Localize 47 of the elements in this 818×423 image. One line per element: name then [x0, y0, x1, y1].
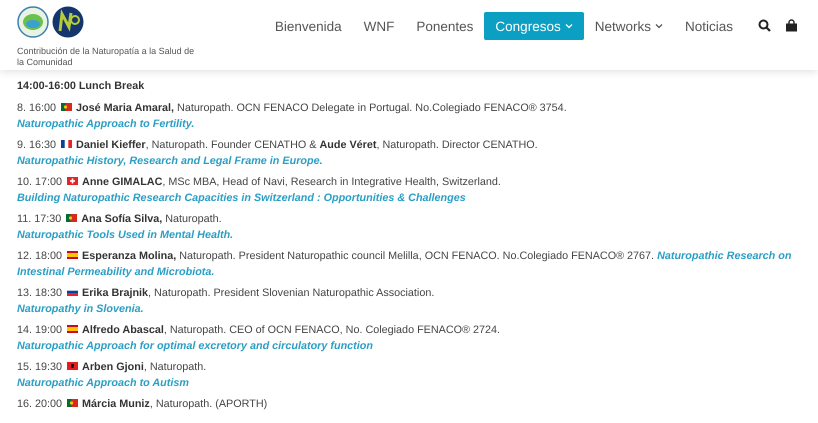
shopping-bag-icon[interactable]: [785, 19, 798, 32]
flag-icon: [67, 362, 78, 370]
flag-icon: [67, 398, 78, 406]
section-heading: 14:00-16:00 Lunch Break: [17, 79, 146, 94]
session-time: 14. 19:00: [17, 324, 62, 336]
speaker-description: José Maria Amaral, Naturopath. OCN FENACO Delegate in Portugal. No.Colegiado FENACO® 3754.: [76, 102, 567, 114]
talk-title-link[interactable]: Building Naturopathic Research Capacities in Switzerland : Opportunities & Challenges: [17, 190, 808, 206]
session-time: 9. 16:30: [17, 138, 56, 150]
search-icon[interactable]: [758, 19, 771, 32]
flag-icon: [67, 324, 78, 332]
nav-link[interactable]: Noticias: [674, 12, 744, 40]
logo-drawing: [17, 5, 85, 39]
speaker-description: Esperanza Molina, Naturopath. President Naturopathic council Melilla, OCN FENACO. No.Colegiado FENACO® 2767.: [82, 250, 654, 262]
nav-link[interactable]: Ponentes: [405, 12, 484, 40]
talk-title-link[interactable]: Naturopathic Research on: [657, 250, 792, 262]
nav-link[interactable]: Bienvenida: [264, 12, 353, 40]
session-time: 13. 18:30: [17, 286, 62, 298]
flag-icon: [67, 288, 78, 296]
talk-title-link[interactable]: Naturopathic Approach to Fertility.: [17, 116, 808, 132]
speaker-description: Alfredo Abascal, Naturopath. CEO of OCN FENACO, No. Colegiado FENACO® 2724.: [82, 324, 500, 336]
talk-title-link[interactable]: Naturopathic History, Research and Legal Frame in Europe.: [17, 153, 808, 170]
nav-link[interactable]: Networks: [584, 12, 674, 40]
session-time: 12. 18:00: [17, 250, 62, 262]
nav-link[interactable]: Congresos: [484, 12, 584, 40]
talk-title-link[interactable]: Naturopathic Approach to Autism: [17, 375, 808, 392]
talk-title-link[interactable]: Naturopathic Tools Used in Mental Health.: [17, 227, 808, 244]
session-time: 8. 16:00: [17, 102, 56, 114]
session-time: 10. 17:00: [17, 176, 62, 188]
flag-icon: [67, 250, 78, 258]
flag-icon: [66, 214, 78, 222]
talk-title-link[interactable]: Intestinal Permeability and Microbiota.: [17, 264, 808, 280]
talk-title-link[interactable]: Naturopathy in Slovenia.: [17, 301, 808, 318]
flag-icon: [67, 176, 78, 184]
session-time: 15. 19:30: [17, 360, 62, 372]
session-time: 11. 17:30: [17, 212, 62, 224]
speaker-description: Márcia Muniz, Naturopath. (APORTH): [82, 398, 268, 410]
speaker-description: Arben Gjoni, Naturopath.: [82, 360, 206, 372]
flag-icon: [61, 140, 72, 148]
flag-icon: [61, 102, 72, 110]
nav-link[interactable]: WNF: [352, 12, 406, 40]
speaker-description: Anne GIMALAC, MSc MBA, Head of Navi, Research in Integrative Health, Switzerland.: [82, 176, 501, 188]
talk-title-link[interactable]: Naturopathic Approach for optimal excretory and circulatory function: [17, 338, 808, 354]
site-tagline: Contribución de la Naturopatía a la Salud de la Comunidad: [17, 46, 196, 68]
speaker-description: Daniel Kieffer, Naturopath. Founder CENATHO & Aude Véret, Naturopath. Director CENATHO.: [76, 138, 538, 150]
session-time: 16. 20:00: [17, 398, 62, 410]
speaker-description: Erika Brajnik, Naturopath. President Slovenian Naturopathic Association.: [82, 286, 434, 298]
speaker-description: Ana Sofía Silva, Naturopath.: [81, 212, 222, 224]
